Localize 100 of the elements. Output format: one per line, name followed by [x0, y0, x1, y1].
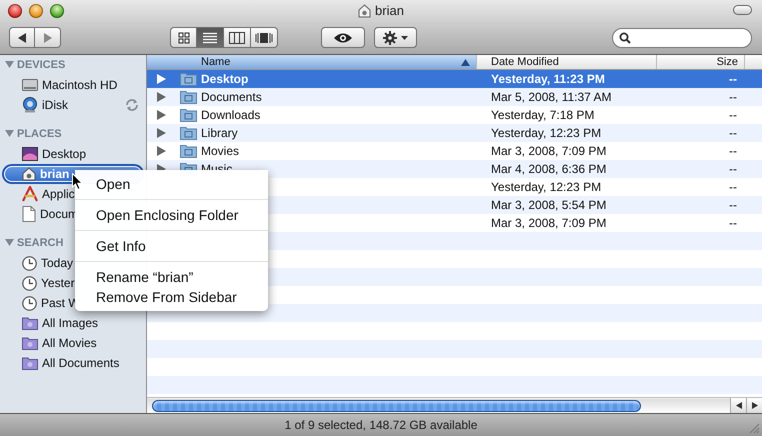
close-button[interactable] [8, 4, 22, 18]
section-heading: SEARCH [17, 237, 64, 249]
sidebar-item-label: Today [41, 256, 74, 270]
sidebar-item[interactable]: Macintosh HD [0, 75, 146, 95]
quick-look-button[interactable] [321, 27, 365, 48]
scrollbar-thumb[interactable] [152, 400, 641, 412]
sidebar-item[interactable]: Desktop [0, 144, 146, 164]
sidebar-item-label: All Images [42, 316, 98, 330]
sidebar-item[interactable]: All Documents [0, 353, 146, 373]
date-modified: Yesterday, 12:23 PM [491, 180, 602, 194]
column-header[interactable]: Size [657, 55, 745, 69]
column-header[interactable]: Name [147, 55, 477, 69]
sort-arrow-icon [461, 58, 470, 66]
home-icon [22, 167, 36, 181]
table-row[interactable]: Music Mar 4, 2008, 6:36 PM -- [147, 160, 762, 178]
view-mode-button[interactable] [251, 27, 278, 48]
horizontal-scrollbar[interactable] [147, 397, 762, 413]
file-size: -- [729, 216, 737, 230]
disclosure-triangle-icon[interactable] [5, 239, 14, 247]
clock-icon [22, 276, 37, 290]
column-header[interactable]: Date Modified [477, 55, 657, 69]
back-button[interactable] [9, 27, 35, 48]
sidebar-item-label: All Documents [42, 356, 120, 370]
document-icon [22, 206, 36, 222]
file-size: -- [729, 180, 737, 194]
file-name: Downloads [201, 108, 260, 122]
sidebar-item-label: All Movies [42, 336, 97, 350]
table-row[interactable]: Movies Mar 3, 2008, 7:09 PM -- [147, 142, 762, 160]
file-size: -- [729, 198, 737, 212]
date-modified: Mar 3, 2008, 7:09 PM [491, 144, 606, 158]
toolbar-toggle-button[interactable] [733, 5, 752, 15]
smart-folder-icon [22, 316, 38, 330]
clock-icon [22, 256, 37, 270]
sidebar-item-label: Macintosh HD [42, 78, 118, 92]
file-name: Desktop [201, 72, 248, 86]
zoom-button[interactable] [50, 4, 64, 18]
disclosure-triangle-icon[interactable] [5, 61, 14, 69]
table-row[interactable]: Documents Mar 5, 2008, 11:37 AM -- [147, 88, 762, 106]
folder-icon [180, 144, 197, 158]
right-arrow-icon [752, 402, 758, 409]
back-arrow-icon [18, 32, 26, 42]
file-size: -- [729, 126, 737, 140]
menu-item[interactable]: Get Info [75, 236, 268, 256]
date-modified: Mar 3, 2008, 7:09 PM [491, 216, 606, 230]
minimize-button[interactable] [29, 4, 43, 18]
folder-icon [180, 108, 197, 122]
file-size: -- [729, 72, 737, 86]
column-view-icon [229, 32, 245, 44]
eye-icon [333, 32, 353, 44]
sidebar-item-label: Yester [41, 276, 75, 290]
file-name: Documents [201, 90, 262, 104]
file-name: Music [201, 162, 232, 176]
date-modified: Yesterday, 11:23 PM [491, 72, 605, 86]
hard-drive-icon [22, 78, 38, 92]
home-icon [358, 4, 372, 18]
icon-view-icon [178, 32, 190, 44]
date-modified: Mar 5, 2008, 11:37 AM [491, 90, 612, 104]
cover-flow-icon [255, 32, 273, 44]
view-mode-button[interactable] [224, 27, 251, 48]
status-text: 1 of 9 selected, 148.72 GB available [284, 418, 478, 432]
scroll-left-button[interactable] [730, 398, 746, 413]
sidebar-item[interactable]: All Movies [0, 333, 146, 353]
window-title: brian [375, 3, 404, 18]
folder-icon [180, 72, 197, 86]
sidebar-item-label: Applic [42, 187, 75, 201]
sidebar-item-label: iDisk [42, 98, 68, 112]
forward-button[interactable] [35, 27, 61, 48]
globe-icon [22, 97, 38, 113]
section-heading: DEVICES [17, 59, 66, 71]
view-mode-button[interactable] [170, 27, 197, 48]
scroll-right-button[interactable] [746, 398, 762, 413]
file-size: -- [729, 90, 737, 104]
caret-icon [401, 36, 408, 40]
search-field[interactable] [612, 28, 752, 48]
disclosure-triangle-icon[interactable] [5, 130, 14, 138]
date-modified: Mar 4, 2008, 6:36 PM [491, 162, 606, 176]
smart-folder-icon [22, 356, 38, 370]
view-mode-button[interactable] [197, 27, 224, 48]
action-button[interactable] [374, 27, 417, 48]
file-size: -- [729, 108, 737, 122]
clock-icon [22, 296, 37, 310]
file-size: -- [729, 162, 737, 176]
search-icon [619, 32, 631, 44]
sidebar-item[interactable]: All Images [0, 313, 146, 333]
table-row[interactable]: Downloads Yesterday, 7:18 PM -- [147, 106, 762, 124]
table-row[interactable]: Library Yesterday, 12:23 PM -- [147, 124, 762, 142]
sidebar-item[interactable]: iDisk [0, 95, 146, 115]
section-heading: PLACES [17, 128, 62, 140]
sidebar-item-label: Desktop [42, 147, 86, 161]
table-row[interactable]: Desktop Yesterday, 11:23 PM -- [147, 70, 762, 88]
desktop-icon [22, 147, 38, 161]
folder-icon [180, 126, 197, 140]
gear-icon [383, 30, 397, 44]
date-modified: Mar 3, 2008, 5:54 PM [491, 198, 606, 212]
file-name: Library [201, 126, 238, 140]
forward-arrow-icon [43, 32, 52, 42]
file-size: -- [729, 144, 737, 158]
folder-icon [180, 90, 197, 104]
left-arrow-icon [736, 402, 742, 409]
resize-grip-icon[interactable] [749, 423, 760, 434]
